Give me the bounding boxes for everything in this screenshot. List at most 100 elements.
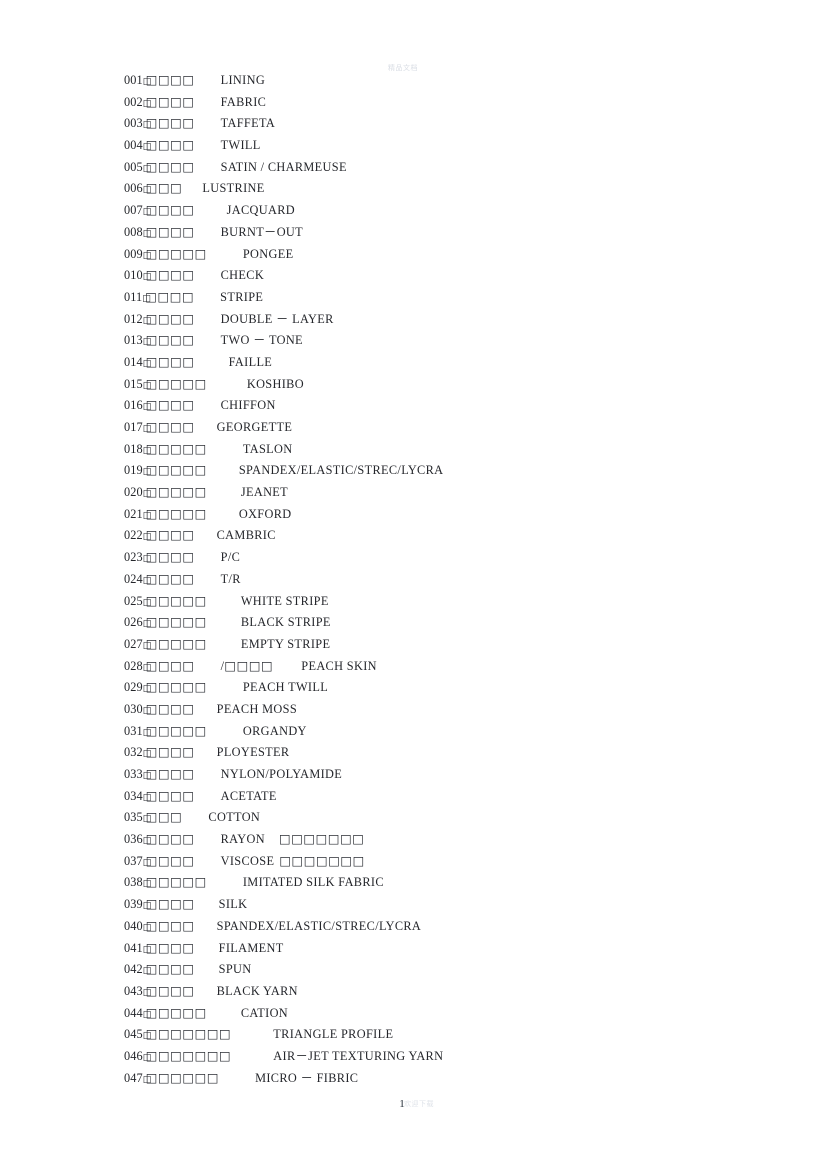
entry-chinese-term: □□□□□ [145,723,207,738]
entry-chinese-term: □□□□ [145,268,195,283]
entry-chinese-term: □□□□□ [145,246,207,261]
entry-number: 030 [124,701,143,716]
entry-chinese-term: □□□□ [145,983,195,998]
glossary-entry: 010□□□□□ CHECK [124,265,744,287]
glossary-entry: 007□□□□□ JACQUARD [124,200,744,222]
entry-english-term: TAFFETA [220,116,276,131]
entry-english-term: ORGANDY [242,723,307,738]
entry-english-term: PEACH SKIN [301,658,377,673]
entry-number: 006 [124,181,143,196]
entry-chinese-term: □□□□ [145,658,195,673]
entry-chinese-term: □□□□□ [145,1005,207,1020]
entry-number: 040 [124,918,143,933]
entry-number: 023 [124,550,143,565]
entry-chinese-term: □□□□□ [145,441,207,456]
entry-chinese-term: □□□□□ [145,680,207,695]
entry-english-term: BLACK YARN [216,983,298,998]
entry-chinese-term: □□□□ [145,159,195,174]
entry-english-term: IMITATED SILK FABRIC [242,875,384,890]
entry-english-term: PEACH MOSS [216,701,298,716]
entry-english-term: KOSHIBO [246,376,304,391]
glossary-entry: 032□□□□□ PLOYESTER [124,742,744,764]
entry-chinese-term: □□□□ [145,832,195,847]
entry-number: 028 [124,658,143,673]
entry-chinese-term: □□□□ [145,311,195,326]
glossary-entry: 035□□□□ COTTON [124,807,744,829]
entry-chinese-term: □□□□ [145,398,195,413]
entry-english-term: EMPTY STRIPE [240,636,331,651]
glossary-entry: 029□□□□□□ PEACH TWILL [124,677,744,699]
entry-number: 042 [124,962,143,977]
entry-chinese-term: □□□□□ [145,875,207,890]
glossary-entry: 016□□□□□ CHIFFON [124,395,744,417]
entry-english-term: FAILLE [228,354,273,369]
entry-chinese-term: □□□□ [145,550,195,565]
entry-number: 045 [124,1027,143,1042]
glossary-entry: 045□□□□□□□□ TRIANGLE PROFILE [124,1024,744,1046]
entry-english-term: SPANDEX/ELASTIC/STREC/LYCRA [238,463,444,478]
entry-english-term: ACETATE [220,788,277,803]
entry-chinese-term: □□□□□□ [145,1070,220,1085]
glossary-entry: 019□□□□□□ SPANDEX/ELASTIC/STREC/LYCRA [124,460,744,482]
entry-chinese-term: □□□□ [145,528,195,543]
entry-chinese-term: □□□□□□□ [145,1027,232,1042]
entry-number: 014 [124,354,143,369]
glossary-entry: 020□□□□□□ JEANET [124,482,744,504]
glossary-entry: 033□□□□□ NYLON/POLYAMIDE [124,764,744,786]
entry-chinese-term: □□□□□ [145,636,207,651]
entry-english-term: BLACK STRIPE [240,615,331,630]
entry-chinese-term: □□□□□ [145,593,207,608]
entry-number: 001 [124,73,143,87]
entry-number: 033 [124,767,143,781]
entry-english-term: TWILL [220,138,261,153]
entry-chinese-alt-term: □□□□ [224,658,274,673]
glossary-entry: 036□□□□□ RAYON □□□□□□□ [124,829,744,851]
entry-chinese-term: □□□□ [145,767,195,781]
entry-chinese-term: □□□□□□□ [145,1048,232,1063]
entry-number: 041 [124,940,143,955]
glossary-entry: 005□□□□□ SATIN / CHARMEUSE [124,157,744,179]
entry-english-term: FILAMENT [218,940,284,955]
entry-number: 026 [124,615,143,630]
entry-chinese-term: □□□□ [145,333,195,348]
glossary-entry: 004□□□□□ TWILL [124,135,744,157]
glossary-entry: 027□□□□□□ EMPTY STRIPE [124,634,744,656]
glossary-entry: 024□□□□□ T/R [124,569,744,591]
entry-chinese-term: □□□□ [145,940,195,955]
entry-english-term: PLOYESTER [216,745,290,760]
glossary-entry: 025□□□□□□ WHITE STRIPE [124,591,744,613]
glossary-entry: 034□□□□□ ACETATE [124,786,744,808]
glossary-entry: 017□□□□□ GEORGETTE [124,417,744,439]
entry-number: 003 [124,116,143,131]
glossary-entry: 011□□□□□ STRIPE [124,287,744,309]
entry-number: 018 [124,441,143,456]
entry-number: 015 [124,376,143,391]
entry-english-term: PEACH TWILL [242,680,329,695]
entry-number: 029 [124,680,143,695]
entry-english-term: T/R [220,571,241,586]
entry-chinese-term: □□□□ [145,203,195,218]
entry-english-term: CAMBRIC [216,528,276,543]
entry-english-term: BURNT－OUT [220,224,304,239]
entry-english-term: PONGEE [242,246,294,261]
entry-number: 043 [124,983,143,998]
entry-number: 022 [124,528,143,543]
entry-chinese-term: □□□□ [145,420,195,434]
entry-english-term: SILK [218,897,248,912]
glossary-entry: 013□□□□□ TWO － TONE [124,330,744,352]
entry-chinese-term: □□□□ [145,73,195,87]
entry-number: 009 [124,246,143,261]
glossary-entry: 047□□□□□□□ MICRO － FIBRIC [124,1068,744,1090]
entry-chinese-term: □□□□ [145,224,195,239]
document-page: 精品文档 001□□□□□ LINING 002□□□□□ FABRIC 003□□□□… [0,0,826,1168]
entry-number: 039 [124,897,143,912]
glossary-entry: 039□□□□□ SILK [124,894,744,916]
entry-english-term: TASLON [242,441,293,456]
glossary-entry: 003□□□□□ TAFFETA [124,113,744,135]
entry-chinese-term: □□□ [145,810,183,825]
glossary-entry: 044□□□□□□ CATION [124,1003,744,1025]
entry-english-term: OXFORD [238,506,292,521]
glossary-entry: 030□□□□□ PEACH MOSS [124,699,744,721]
entry-english-term: NYLON/POLYAMIDE [220,767,343,781]
glossary-entry: 022□□□□□ CAMBRIC [124,525,744,547]
